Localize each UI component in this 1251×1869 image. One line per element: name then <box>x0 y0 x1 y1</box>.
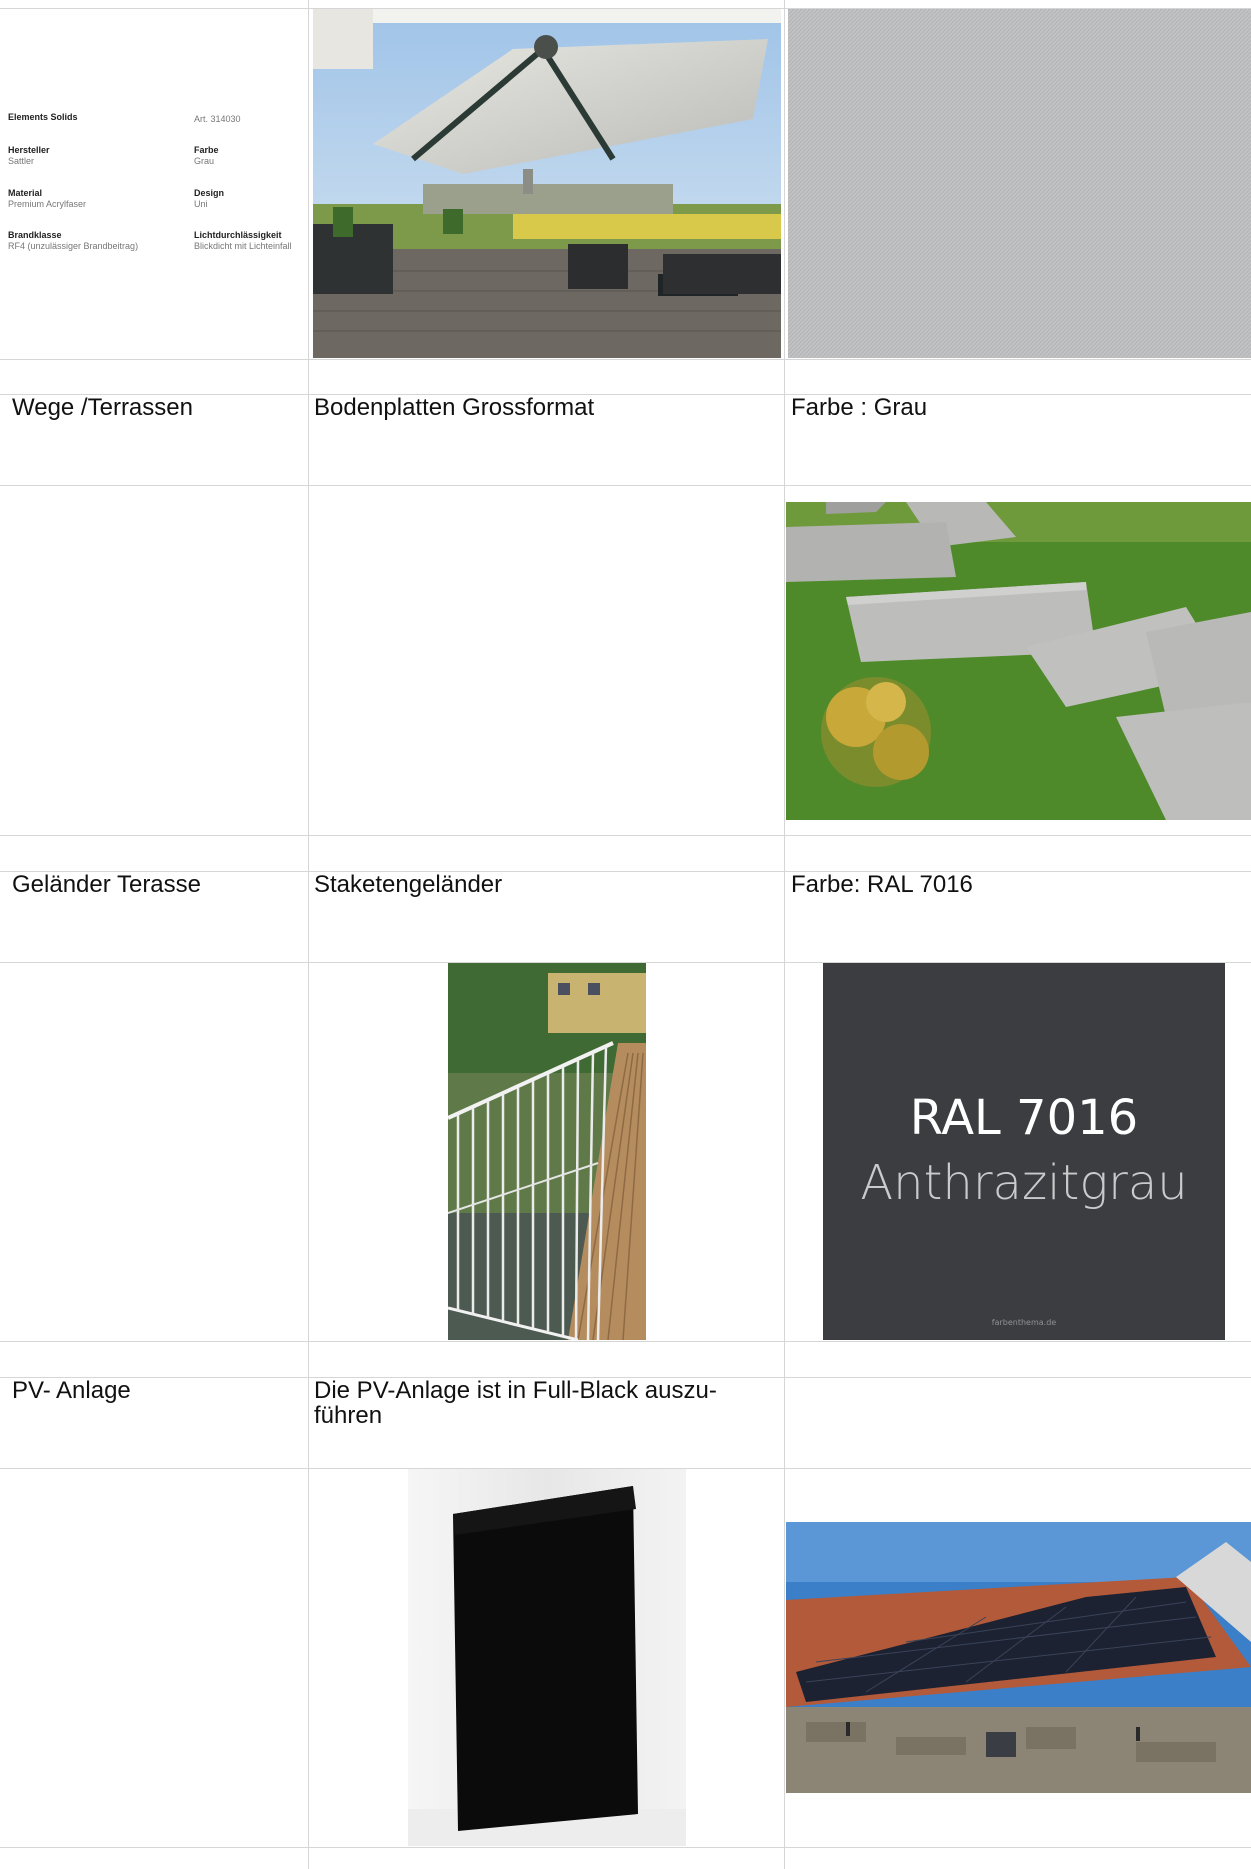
spec-label: Design <box>194 188 225 198</box>
column-divider-2 <box>784 0 785 1869</box>
ral-color-swatch: RAL 7016 Anthrazitgrau farbenthema.de <box>823 963 1225 1340</box>
row-category: PV- Anlage <box>12 1377 131 1404</box>
row-note: Farbe : Grau <box>791 394 928 421</box>
ral-color-name: Anthrazitgrau <box>860 1155 1188 1211</box>
rooftop-solar-photo <box>786 1522 1251 1793</box>
railing-photo <box>448 963 646 1340</box>
spec-label: Lichtdurchlässigkeit <box>194 230 282 240</box>
row-category: Wege /Terrassen <box>12 394 193 421</box>
stepping-stones-photo <box>786 502 1251 820</box>
row-divider <box>0 359 1251 360</box>
pv-module-photo <box>408 1469 686 1846</box>
spec-value: Premium Acrylfaser <box>8 199 87 209</box>
spec-value: Blickdicht mit Lichteinfall <box>194 241 292 251</box>
row-divider <box>0 1847 1251 1848</box>
row-divider <box>0 835 1251 836</box>
spec-value: Uni <box>194 199 208 209</box>
ral-source: farbenthema.de <box>991 1318 1057 1327</box>
product-article: Art. 314030 <box>194 114 241 124</box>
spec-value: Grau <box>194 156 215 166</box>
fabric-swatch <box>788 9 1251 358</box>
row-divider <box>0 485 1251 486</box>
row-divider <box>0 1341 1251 1342</box>
product-name: Elements Solids <box>8 112 78 122</box>
row-description-line: führen <box>314 1402 383 1429</box>
row-description-line: Die PV-Anlage ist in Full-Black auszu- <box>314 1377 717 1404</box>
ral-code: RAL 7016 <box>909 1090 1139 1146</box>
spec-value: RF4 (unzulässiger Brandbeitrag) <box>8 241 139 251</box>
spec-label: Material <box>8 188 43 198</box>
spec-label: Hersteller <box>8 145 50 155</box>
spec-label: Brandklasse <box>8 230 62 240</box>
product-spec-sheet: Elements Solids Art. 314030 Hersteller S… <box>8 112 303 262</box>
awning-terrace-photo <box>313 9 781 358</box>
row-description: Staketengeländer <box>314 871 503 898</box>
row-note: Farbe: RAL 7016 <box>791 871 973 898</box>
spec-label: Farbe <box>194 145 219 155</box>
row-category: Geländer Terasse <box>12 871 201 898</box>
spec-value: Sattler <box>8 156 35 166</box>
row-description: Bodenplatten Grossformat <box>314 394 595 421</box>
column-divider-1 <box>308 0 309 1869</box>
